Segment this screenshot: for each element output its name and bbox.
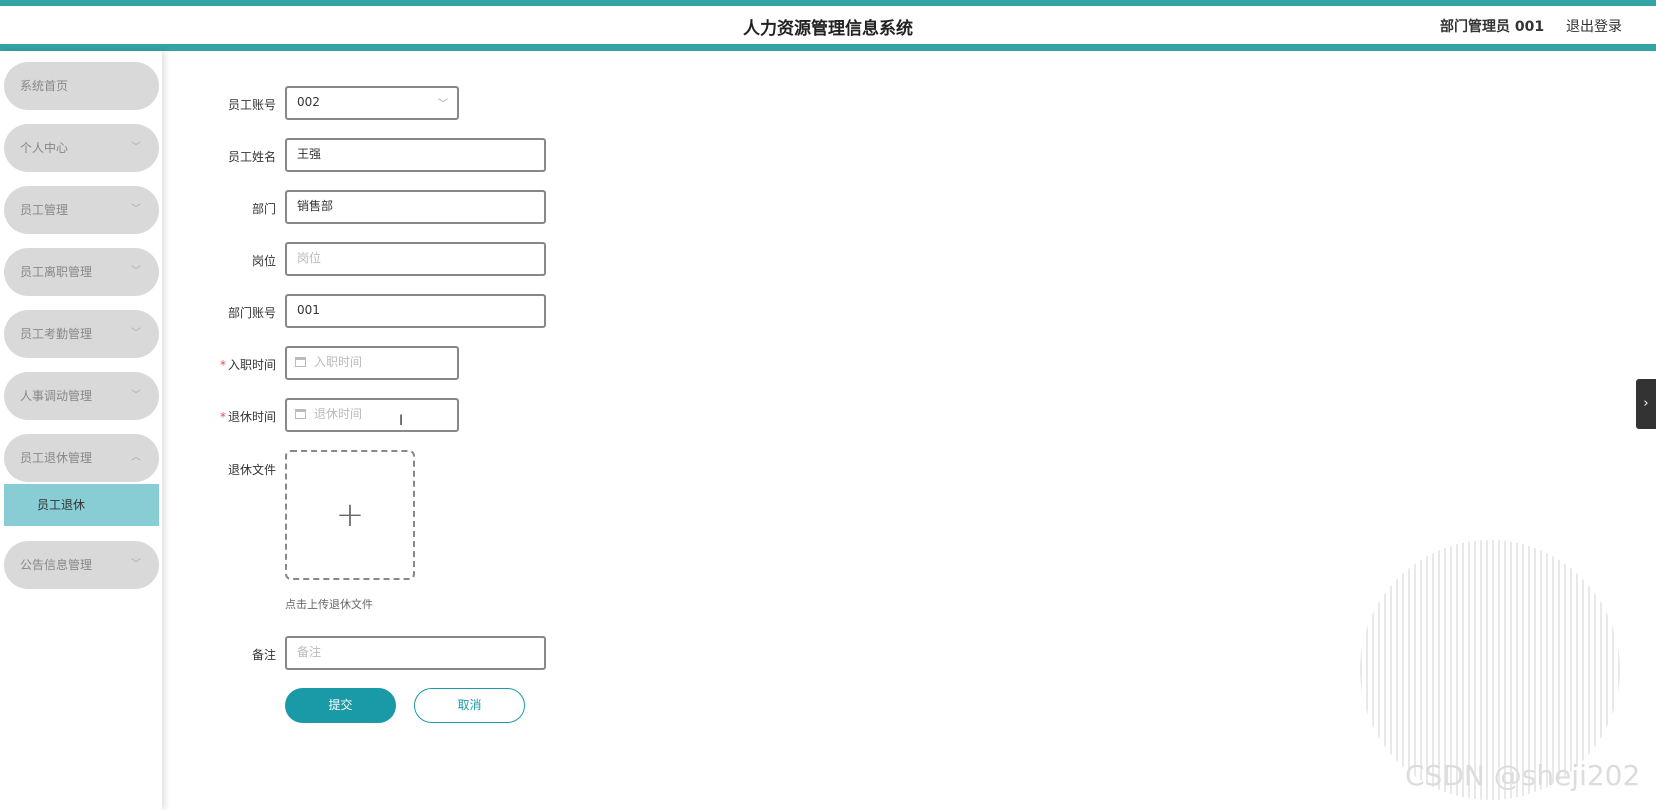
sidebar-item-label: 系统首页 (20, 79, 69, 93)
hire-date-placeholder: 入职时间 (314, 355, 363, 369)
chevron-down-icon: ﹀ (131, 204, 141, 215)
app-title: 人力资源管理信息系统 (743, 19, 913, 39)
sidebar-item-label: 员工退休管理 (20, 451, 93, 465)
sidebar-item-transfer-management[interactable]: 人事调动管理 ﹀ (4, 372, 159, 420)
sidebar-item-employee-management[interactable]: 员工管理 ﹀ (4, 186, 159, 234)
employee-account-value: 002 (297, 95, 320, 109)
sidebar-item-announcement-management[interactable]: 公告信息管理 ﹀ (4, 541, 159, 589)
sidebar-item-label: 人事调动管理 (20, 389, 93, 403)
employee-account-label: 员工账号 (227, 98, 276, 112)
sidebar-item-home[interactable]: 系统首页 (4, 62, 159, 110)
department-account-value: 001 (297, 303, 320, 317)
employee-name-label: 员工姓名 (227, 150, 276, 164)
submit-button[interactable]: 提交 (285, 688, 396, 723)
retire-file-upload[interactable]: + (285, 450, 415, 580)
employee-name-field[interactable]: 王强 (285, 138, 546, 172)
retire-date-picker[interactable]: 退休时间 (285, 398, 459, 432)
chevron-down-icon: ﹀ (131, 559, 141, 570)
department-field[interactable]: 销售部 (285, 190, 546, 224)
sidebar-item-attendance-management[interactable]: 员工考勤管理 ﹀ (4, 310, 159, 358)
hire-date-label-text: 入职时间 (227, 358, 276, 372)
remark-placeholder: 备注 (297, 645, 322, 659)
side-panel-toggle[interactable]: › (1636, 379, 1656, 429)
logout-link[interactable]: 退出登录 (1566, 16, 1622, 36)
chevron-down-icon: ﹀ (438, 99, 448, 110)
hire-date-label: * 入职时间 (176, 356, 276, 373)
department-account-field[interactable]: 001 (285, 294, 546, 328)
chevron-down-icon: ﹀ (131, 266, 141, 277)
employee-account-select[interactable]: 002 (285, 86, 459, 120)
plus-icon: + (335, 495, 365, 535)
chevron-right-icon: › (1643, 396, 1649, 411)
page: 人力资源管理信息系统 部门管理员 001 退出登录 系统首页 个人中心 ﹀ 员工… (0, 0, 1656, 810)
sidebar-item-label: 员工管理 (20, 203, 69, 217)
sidebar-subitem-employee-retirement[interactable]: 员工退休 (4, 484, 159, 526)
chevron-down-icon: ﹀ (131, 390, 141, 401)
sidebar-subitem-label: 员工退休 (37, 498, 86, 512)
retire-date-label: * 退休时间 (176, 408, 276, 425)
department-account-label: 部门账号 (227, 306, 276, 320)
retire-date-placeholder: 退休时间 (314, 407, 363, 421)
sidebar-item-resignation-management[interactable]: 员工离职管理 ﹀ (4, 248, 159, 296)
position-label: 岗位 (251, 254, 276, 268)
sidebar-item-label: 个人中心 (20, 141, 69, 155)
calendar-icon (295, 409, 306, 419)
current-user: 部门管理员 001 (1440, 19, 1545, 35)
required-mark: * (219, 410, 226, 424)
retire-date-label-text: 退休时间 (227, 410, 276, 424)
sidebar-item-label: 员工考勤管理 (20, 327, 93, 341)
chevron-down-icon: ﹀ (131, 142, 141, 153)
sidebar-item-retirement-management[interactable]: 员工退休管理 ︿ (4, 434, 159, 482)
position-field[interactable]: 岗位 (285, 242, 546, 276)
sidebar-item-personal-center[interactable]: 个人中心 ﹀ (4, 124, 159, 172)
employee-name-value: 王强 (297, 147, 322, 161)
remark-field[interactable]: 备注 (285, 636, 546, 670)
hire-date-picker[interactable]: 入职时间 (285, 346, 459, 380)
department-value: 销售部 (297, 199, 334, 213)
watermark: CSDN @sheji202 (1405, 759, 1641, 792)
sidebar-item-label: 员工离职管理 (20, 265, 93, 279)
sidebar: 系统首页 个人中心 ﹀ 员工管理 ﹀ 员工离职管理 ﹀ 员工考勤管理 ﹀ 人事调… (0, 51, 162, 810)
upload-hint: 点击上传退休文件 (285, 598, 373, 611)
remark-label: 备注 (251, 648, 276, 662)
chevron-down-icon: ﹀ (131, 328, 141, 339)
retire-file-label: 退休文件 (227, 463, 276, 477)
position-placeholder: 岗位 (297, 251, 322, 265)
header-divider (0, 44, 1656, 51)
department-label: 部门 (251, 202, 276, 216)
sidebar-item-label: 公告信息管理 (20, 558, 93, 572)
text-cursor-icon: I (399, 413, 404, 429)
chevron-up-icon: ︿ (131, 452, 141, 463)
cancel-button[interactable]: 取消 (414, 688, 525, 723)
calendar-icon (295, 357, 306, 367)
required-mark: * (219, 358, 226, 372)
header: 人力资源管理信息系统 部门管理员 001 退出登录 (0, 6, 1656, 45)
